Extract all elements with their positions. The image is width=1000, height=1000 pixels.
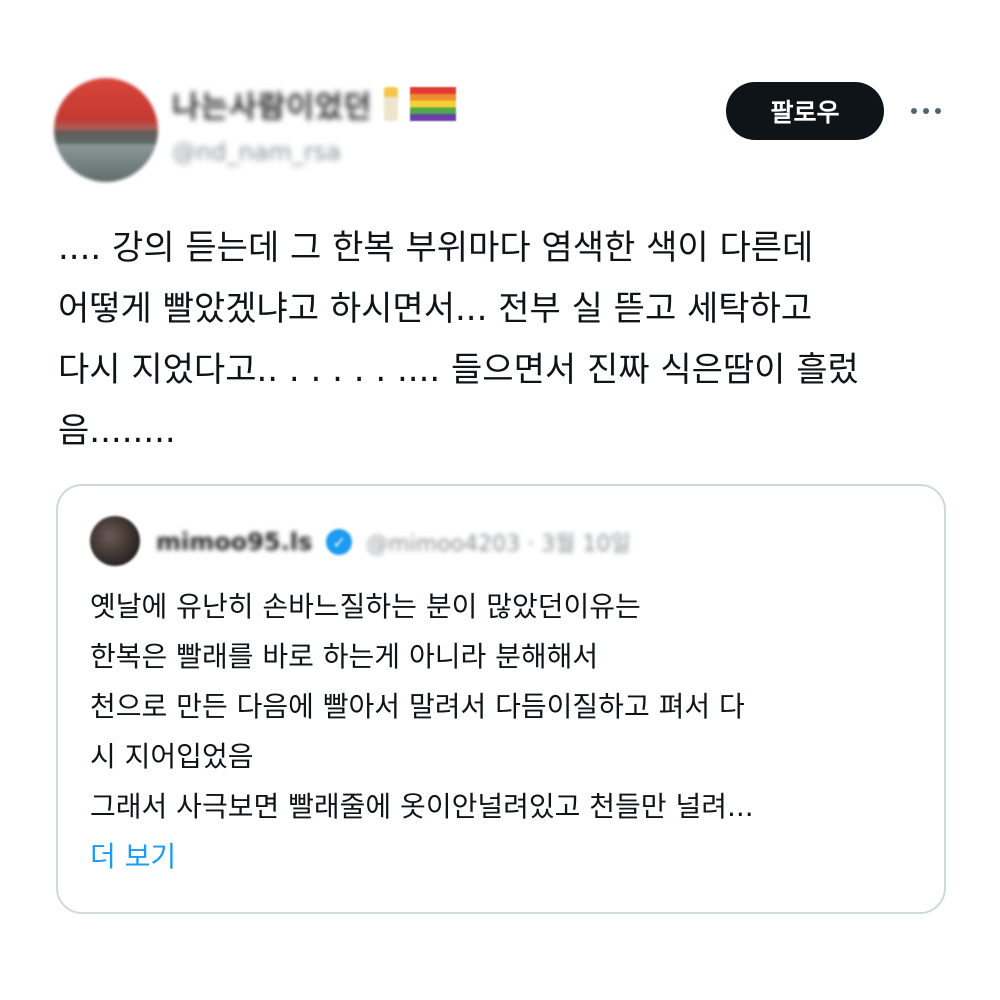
- tweet-text-line: 다시 지었다고.. . . . . . .... 들으면서 진짜 식은땀이 흘렀: [58, 350, 859, 390]
- more-options-button[interactable]: [900, 94, 952, 128]
- quoted-text-line: 천으로 만든 다음에 빨아서 말려서 다듬이질하고 펴서 다: [90, 690, 745, 723]
- author-display-name[interactable]: 나는사람이었던: [172, 82, 372, 126]
- avatar-image-detail: [54, 130, 158, 144]
- quoted-tweet-card[interactable]: mimoo95.ls ✓ @mimoo4203 · 3월 10일 옛날에 유난히…: [56, 484, 946, 914]
- show-more-link[interactable]: 더 보기: [90, 832, 176, 882]
- more-horizontal-icon: [911, 108, 917, 114]
- quoted-text-line: 시 지어입었음: [90, 740, 254, 773]
- author-handle[interactable]: @nd_nam_rsa: [172, 138, 341, 166]
- author-display-name-row[interactable]: 나는사람이었던: [172, 82, 457, 126]
- quoted-author-handle-date: @mimoo4203 · 3월 10일: [366, 532, 631, 557]
- quoted-author-avatar[interactable]: [90, 516, 140, 566]
- quoted-text-line: 한복은 빨래를 바로 하는게 아니라 분해해서: [90, 640, 599, 673]
- quoted-text-line: 옛날에 유난히 손바느질하는 분이 많았던이유는: [90, 590, 641, 623]
- more-horizontal-icon-dot: [923, 108, 929, 114]
- tweet-text-line: 어떻게 빨았겠냐고 하시면서... 전부 실 뜯고 세탁하고: [58, 289, 813, 329]
- rainbow-flag-emoji-icon: [410, 87, 457, 121]
- quoted-text-line: 그래서 사극보면 빨래줄에 옷이안널려있고 천들만 널려...: [90, 790, 754, 823]
- verified-badge-icon: ✓: [326, 529, 353, 555]
- quoted-author-meta: mimoo95.ls ✓ @mimoo4203 · 3월 10일: [156, 522, 631, 562]
- candle-emoji-icon: [384, 87, 399, 121]
- author-avatar[interactable]: [54, 78, 158, 182]
- tweet-text: .... 강의 듣는데 그 한복 부위마다 염색한 색이 다른데 어떻게 빨았겠…: [58, 218, 958, 462]
- post-view: 나는사람이었던 @nd_nam_rsa 팔로우 .... 강의 듣는데 그 한복…: [0, 0, 1000, 1000]
- quoted-tweet-text: 옛날에 유난히 손바느질하는 분이 많았던이유는 한복은 빨래를 바로 하는게 …: [90, 582, 920, 832]
- more-horizontal-icon-dot: [935, 108, 941, 114]
- follow-button[interactable]: 팔로우: [726, 82, 884, 140]
- tweet-text-line: .... 강의 듣는데 그 한복 부위마다 염색한 색이 다른데: [58, 228, 814, 268]
- quoted-author-name[interactable]: mimoo95.ls: [156, 528, 312, 556]
- tweet-text-line: 음........: [58, 411, 176, 451]
